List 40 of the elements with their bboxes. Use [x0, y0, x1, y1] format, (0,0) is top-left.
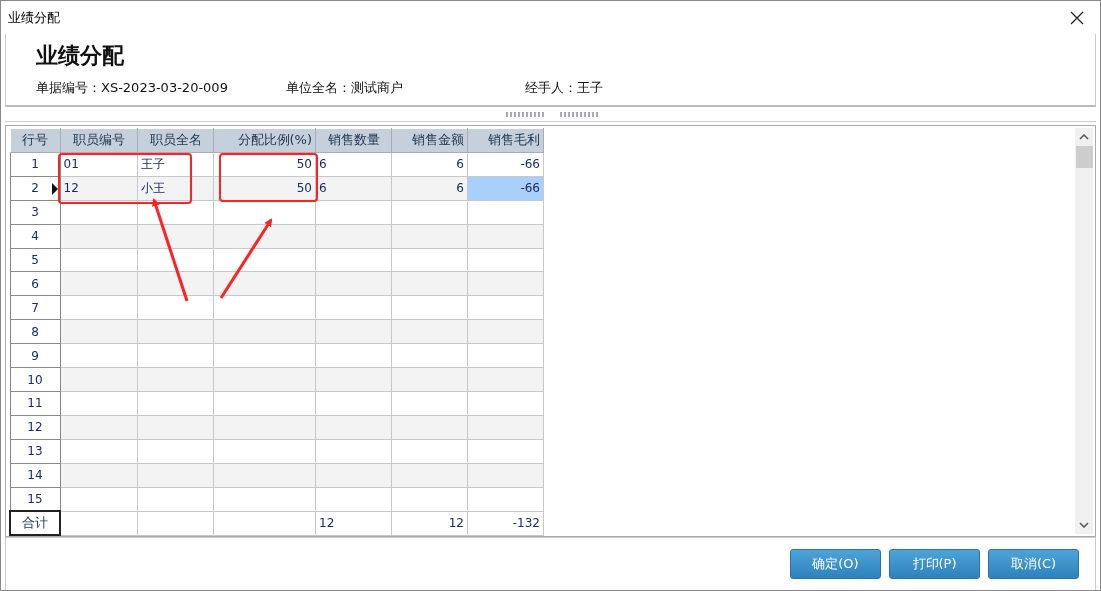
field-text: 单位全名：测试商户: [286, 79, 404, 97]
table-cell: -66: [467, 152, 544, 177]
table-cell: 6: [315, 152, 392, 177]
column-header[interactable]: 销售金额: [391, 128, 468, 153]
table-cell: 王子: [137, 152, 214, 177]
scrollbar[interactable]: [1075, 128, 1093, 534]
table-cell: 12: [391, 511, 468, 535]
scroll-up-icon[interactable]: [1079, 134, 1089, 140]
row-header[interactable]: 12: [10, 415, 60, 440]
table-cell: 50: [213, 152, 316, 177]
field-text: 经手人：王子: [525, 79, 603, 97]
scroll-thumb[interactable]: [1075, 146, 1093, 168]
row-header[interactable]: 14: [10, 463, 60, 488]
scroll-down-icon[interactable]: [1079, 522, 1089, 528]
column-header[interactable]: 职员全名: [137, 128, 214, 153]
row-header[interactable]: 10: [10, 367, 60, 392]
close-icon[interactable]: [1070, 10, 1084, 25]
row-header[interactable]: 8: [10, 319, 60, 344]
row-header[interactable]: 9: [10, 343, 60, 368]
column-header[interactable]: 分配比例(%): [213, 128, 316, 153]
column-header[interactable]: 销售毛利: [467, 128, 544, 153]
form-title: 业绩分配: [36, 42, 125, 70]
column-header[interactable]: 行号: [10, 128, 60, 153]
row-header[interactable]: 6: [10, 271, 60, 296]
field-text: 单据编号：XS-2023-03-20-009: [36, 79, 229, 97]
table-cell: -132: [467, 511, 544, 535]
column-header[interactable]: 销售数量: [315, 128, 392, 153]
table-cell: 12: [315, 511, 392, 535]
row-header[interactable]: 7: [10, 295, 60, 320]
table-cell: 6: [391, 152, 468, 177]
row-header[interactable]: 4: [10, 224, 60, 249]
table-cell: 01: [60, 152, 138, 177]
row-header[interactable]: 15: [10, 487, 60, 511]
window-title: 业绩分配: [8, 8, 60, 27]
row-header[interactable]: 5: [10, 248, 60, 272]
row-header: 合计: [10, 511, 60, 535]
column-header[interactable]: 职员编号: [60, 128, 138, 153]
row-header[interactable]: 11: [10, 391, 60, 416]
row-header[interactable]: 13: [10, 439, 60, 464]
row-header[interactable]: 3: [10, 200, 60, 225]
